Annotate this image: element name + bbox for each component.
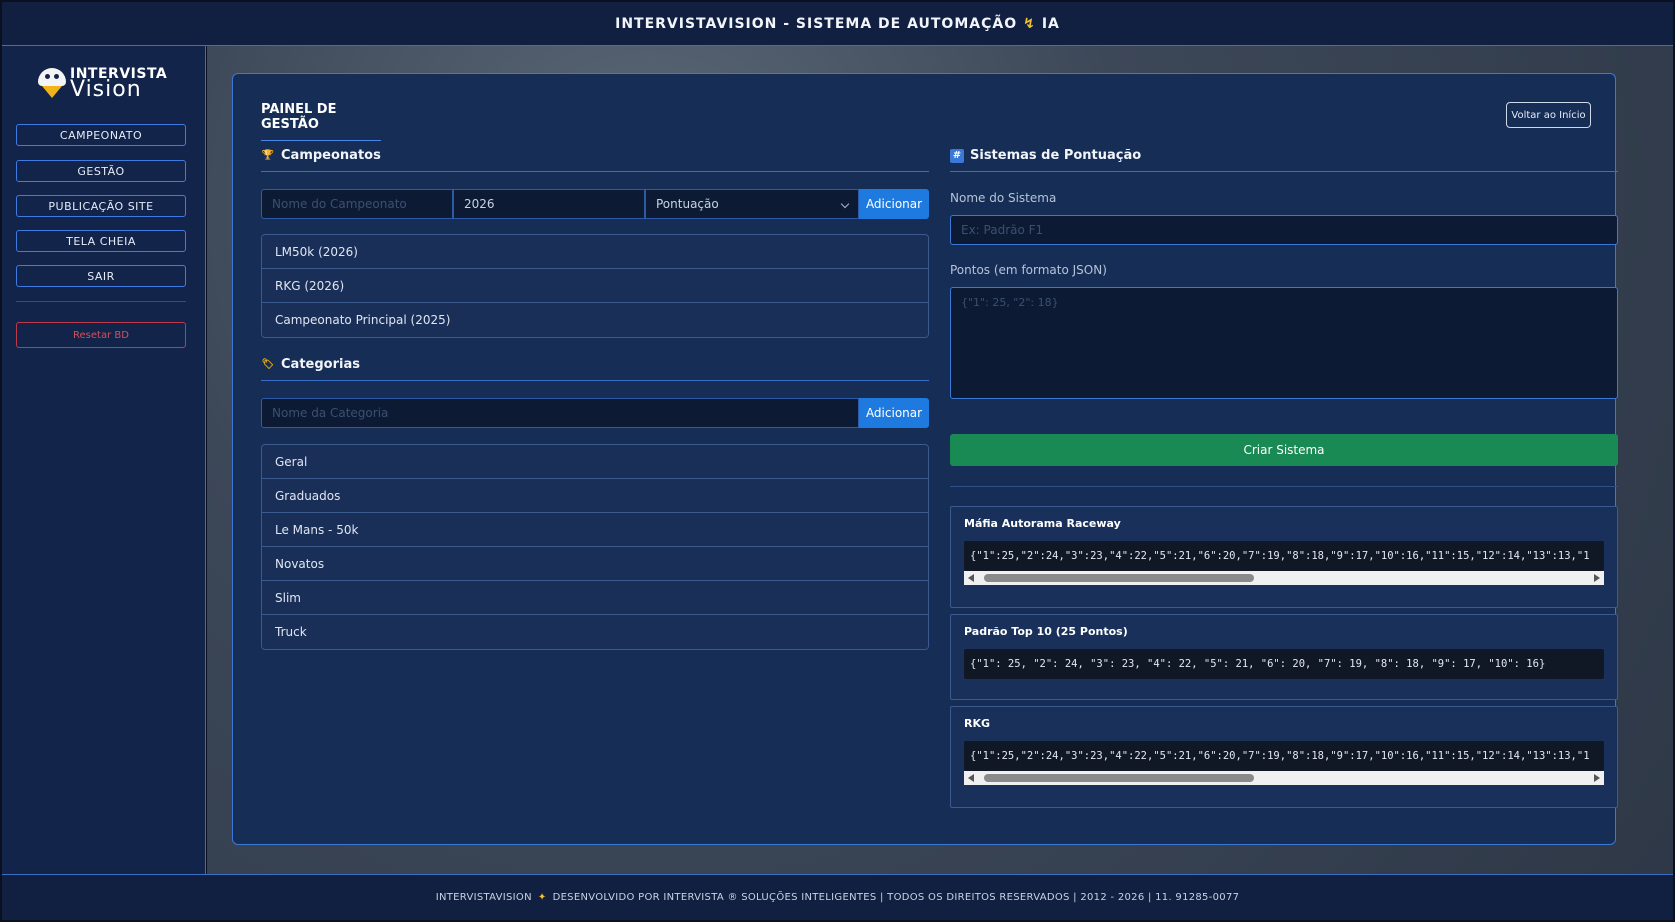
system-title: RKG (964, 717, 991, 730)
scoring-system-card: Padrão Top 10 (25 Pontos) {"1": 25, "2":… (950, 614, 1618, 700)
scoring-heading: # Sistemas de Pontuação (950, 148, 1618, 172)
lightning-icon: ↯ (1023, 15, 1036, 32)
sidebar: INTERVISTA Vision CAMPEONATO GESTÃO PUBL… (2, 46, 206, 874)
management-panel: PAINEL DE GESTÃO Voltar ao Início 🏆 Camp… (232, 73, 1618, 845)
championship-year-input[interactable]: 2026 (453, 189, 645, 219)
list-item[interactable]: Campeonato Principal (2025) (262, 303, 928, 337)
points-json-textarea[interactable]: {"1": 25, "2": 18} (950, 287, 1618, 399)
list-item[interactable]: LM50k (2026) (262, 235, 928, 269)
list-item[interactable]: Slim (262, 581, 928, 615)
category-name-input[interactable]: Nome da Categoria (261, 398, 859, 428)
page-title: PAINEL DE GESTÃO (261, 102, 381, 141)
add-championship-button[interactable]: Adicionar (859, 189, 929, 219)
robot-logo-icon (38, 68, 66, 100)
scrollbar-thumb[interactable] (984, 574, 1254, 582)
create-system-button[interactable]: Criar Sistema (950, 434, 1618, 466)
system-json: {"1":25,"2":24,"3":23,"4":22,"5":21,"6":… (964, 541, 1604, 571)
list-item[interactable]: RKG (2026) (262, 269, 928, 303)
reset-db-button[interactable]: Resetar BD (16, 322, 186, 348)
sidebar-item-publicacao-site[interactable]: PUBLICAÇÃO SITE (16, 195, 186, 217)
championship-name-input[interactable]: Nome do Campeonato (261, 189, 453, 219)
system-title: Padrão Top 10 (25 Pontos) (964, 625, 1128, 638)
list-item[interactable]: Graduados (262, 479, 928, 513)
championships-list: LM50k (2026) RKG (2026) Campeonato Princ… (261, 234, 929, 338)
horizontal-scrollbar[interactable] (964, 771, 1604, 785)
footer-text: DESENVOLVIDO POR INTERVISTA ® SOLUÇÕES I… (552, 892, 1240, 903)
sidebar-item-gestao[interactable]: GESTÃO (16, 160, 186, 182)
list-item[interactable]: Truck (262, 615, 928, 649)
back-home-button[interactable]: Voltar ao Início (1506, 102, 1591, 128)
categories-heading: 🏷 Categorias (261, 357, 929, 381)
sparkle-icon: ✦ (537, 892, 547, 903)
footer: INTERVISTAVISION ✦ DESENVOLVIDO POR INTE… (2, 874, 1673, 920)
list-item[interactable]: Le Mans - 50k (262, 513, 928, 547)
system-name-input[interactable]: Ex: Padrão F1 (950, 215, 1618, 245)
header-title-suffix: IA (1041, 15, 1060, 32)
scoring-select[interactable]: Pontuação (645, 189, 859, 219)
sidebar-item-sair[interactable]: SAIR (16, 265, 186, 287)
logo-line2: Vision (70, 77, 142, 102)
horizontal-scrollbar[interactable] (964, 571, 1604, 585)
sidebar-divider (16, 301, 186, 302)
numbers-icon: # (950, 148, 964, 163)
scroll-right-icon[interactable] (1594, 774, 1600, 782)
sidebar-item-campeonato[interactable]: CAMPEONATO (16, 124, 186, 146)
list-item[interactable]: Novatos (262, 547, 928, 581)
system-name-label: Nome do Sistema (950, 191, 1057, 205)
scrollbar-thumb[interactable] (984, 774, 1254, 782)
categories-list: Geral Graduados Le Mans - 50k Novatos Sl… (261, 444, 929, 650)
system-json: {"1":25,"2":24,"3":23,"4":22,"5":21,"6":… (964, 741, 1604, 771)
scroll-left-icon[interactable] (968, 574, 974, 582)
scoring-divider (950, 486, 1618, 487)
sidebar-item-tela-cheia[interactable]: TELA CHEIA (16, 230, 186, 252)
points-json-label: Pontos (em formato JSON) (950, 263, 1107, 277)
championships-heading: 🏆 Campeonatos (261, 148, 929, 172)
add-category-button[interactable]: Adicionar (859, 398, 929, 428)
scroll-right-icon[interactable] (1594, 574, 1600, 582)
scoring-system-card: RKG {"1":25,"2":24,"3":23,"4":22,"5":21,… (950, 706, 1618, 808)
tag-icon: 🏷 (261, 359, 275, 370)
footer-brand: INTERVISTAVISION (435, 892, 532, 903)
scroll-left-icon[interactable] (968, 774, 974, 782)
logo: INTERVISTA Vision (38, 64, 168, 104)
chevron-down-icon (840, 199, 850, 209)
header-title: INTERVISTAVISION - SISTEMA DE AUTOMAÇÃO (615, 15, 1018, 32)
scoring-system-card: Máfia Autorama Raceway {"1":25,"2":24,"3… (950, 506, 1618, 608)
list-item[interactable]: Geral (262, 445, 928, 479)
trophy-icon: 🏆 (261, 150, 275, 161)
system-json: {"1": 25, "2": 24, "3": 23, "4": 22, "5"… (964, 649, 1604, 679)
top-header: INTERVISTAVISION - SISTEMA DE AUTOMAÇÃO … (2, 2, 1673, 46)
system-title: Máfia Autorama Raceway (964, 517, 1121, 530)
